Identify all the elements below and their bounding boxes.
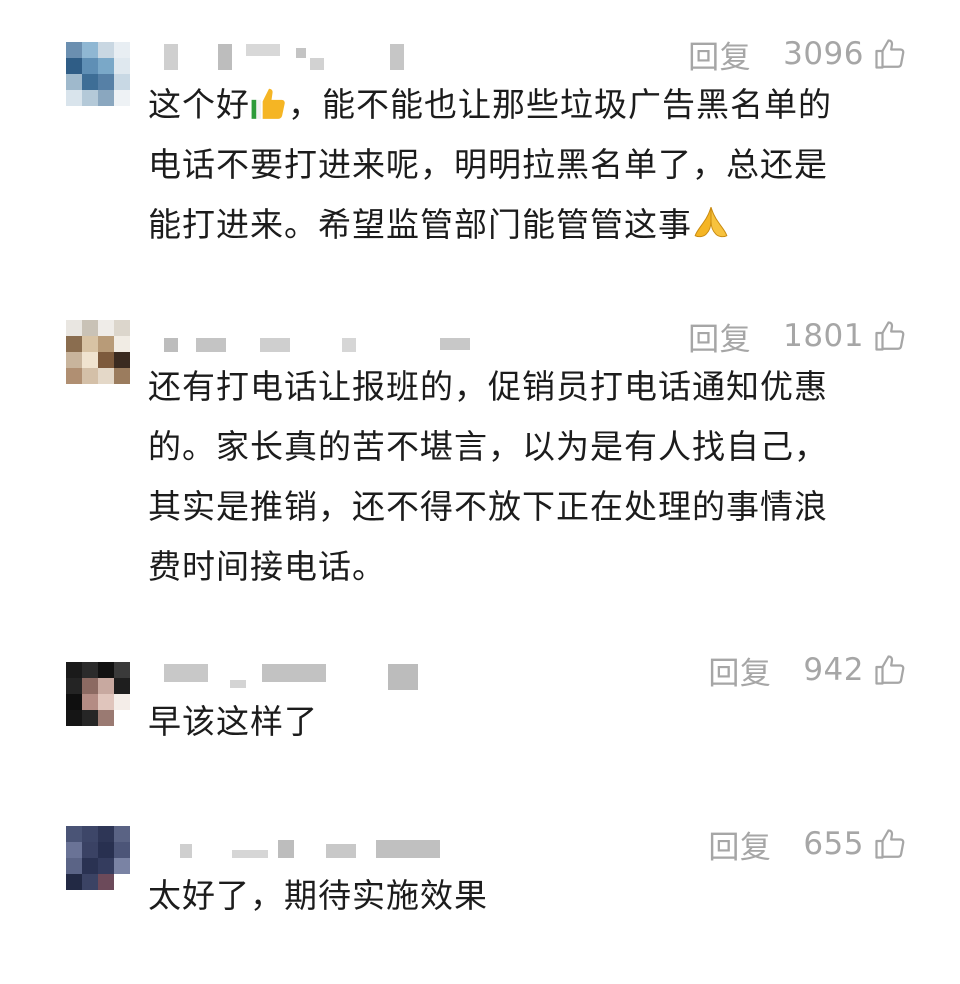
comment-line: 其实是推销，还不得不放下正在处理的事情浪: [148, 487, 828, 526]
reply-button[interactable]: 回复: [688, 32, 751, 77]
reply-button[interactable]: 回复: [708, 822, 771, 867]
praying-hands-emoji-icon: [694, 207, 728, 238]
comment-line: 费时间接电话。: [148, 547, 386, 586]
thumbs-up-icon[interactable]: [872, 652, 908, 688]
comment-text: 还有打电话让报班的，促销员打电话通知优惠 的。家长真的苦不堪言，以为是有人找自己…: [148, 357, 908, 597]
like-count: 3096: [783, 36, 864, 72]
comment-text: 这个好 ，能不能也让那些垃圾广告黑名单的 电话不要打进来呢，明明拉黑名单了，总还…: [148, 75, 908, 255]
user-avatar[interactable]: [66, 826, 130, 890]
comment-actions: 回复 1801: [688, 314, 908, 359]
like-count: 655: [803, 826, 864, 862]
comment-text: 早该这样了: [148, 692, 908, 752]
comment-actions: 回复 942: [708, 648, 908, 693]
user-avatar[interactable]: [66, 320, 130, 384]
comment-line: 这个好 ，能不能也让那些垃圾广告黑名单的: [148, 85, 832, 124]
comment-line: 早该这样了: [148, 702, 318, 741]
thumbs-up-icon[interactable]: [872, 36, 908, 72]
user-avatar[interactable]: [66, 662, 130, 726]
comment-text: 太好了，期待实施效果: [148, 866, 908, 926]
username-blurred[interactable]: [150, 834, 450, 868]
comment-line: 还有打电话让报班的，促销员打电话通知优惠: [148, 367, 828, 406]
thumbs-up-icon[interactable]: [872, 318, 908, 354]
comment-actions: 回复 655: [708, 822, 908, 867]
comment-line: 太好了，期待实施效果: [148, 876, 488, 915]
reply-button[interactable]: 回复: [708, 648, 771, 693]
like-count: 942: [803, 652, 864, 688]
reply-button[interactable]: 回复: [688, 314, 751, 359]
comment-line: 电话不要打进来呢，明明拉黑名单了，总还是: [148, 145, 828, 184]
like-count: 1801: [783, 318, 864, 354]
user-avatar[interactable]: [66, 42, 130, 106]
username-blurred[interactable]: [150, 660, 450, 694]
thumbs-up-emoji-icon: [251, 88, 285, 119]
thumbs-up-icon[interactable]: [872, 826, 908, 862]
comment-line: 的。家长真的苦不堪言，以为是有人找自己，: [148, 427, 828, 466]
comment-line: 能打进来。希望监管部门能管管这事: [148, 195, 908, 255]
username-blurred[interactable]: [150, 44, 450, 78]
comment-actions: 回复 3096: [688, 32, 908, 77]
